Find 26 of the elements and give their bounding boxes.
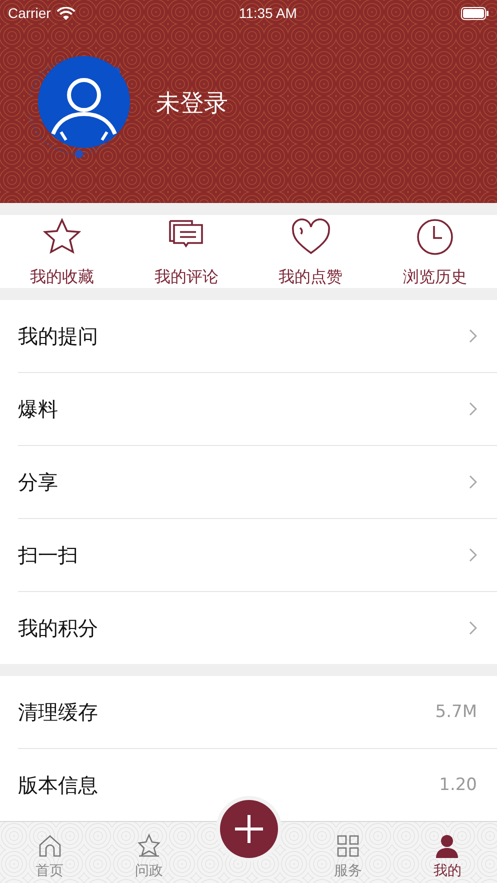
menu-item[interactable]: 我的提问 bbox=[18, 322, 98, 350]
chevron-icon bbox=[469, 621, 477, 635]
wifi-icon bbox=[56, 6, 75, 20]
menu-item[interactable]: 扫一扫 bbox=[18, 542, 78, 568]
setting-value: 5.7M bbox=[435, 702, 477, 722]
setting-value: 1.20 bbox=[439, 775, 477, 795]
clock-time: 11:35 AM bbox=[238, 5, 297, 21]
settings-item[interactable]: 版本信息 bbox=[18, 772, 98, 798]
shortcut-button[interactable]: 我的收藏 bbox=[0, 215, 124, 288]
menu-item[interactable]: 我的积分 bbox=[18, 614, 98, 642]
login-status[interactable]: 未登录 bbox=[156, 87, 228, 119]
plus-icon bbox=[234, 814, 264, 844]
shortcut-button[interactable]: 浏览历史 bbox=[372, 215, 497, 288]
chevron-icon bbox=[469, 402, 477, 416]
chevron-icon bbox=[469, 329, 477, 343]
shortcut-button[interactable]: 我的点赞 bbox=[248, 215, 373, 288]
add-button[interactable] bbox=[220, 800, 278, 858]
menu-item[interactable]: 爆料 bbox=[18, 396, 58, 422]
shortcut-button[interactable]: 我的评论 bbox=[124, 215, 248, 288]
chevron-icon bbox=[469, 548, 477, 562]
menu-item[interactable]: 分享 bbox=[18, 468, 58, 496]
tab-item[interactable]: 我的 bbox=[398, 822, 497, 883]
carrier-label: Carrier bbox=[8, 5, 51, 21]
battery-icon bbox=[461, 6, 489, 20]
settings-item[interactable]: 清理缓存 bbox=[18, 698, 98, 726]
chevron-icon bbox=[469, 475, 477, 489]
